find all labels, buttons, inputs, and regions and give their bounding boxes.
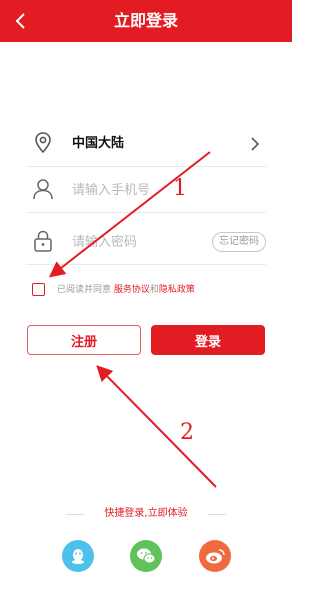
wechat-login-button[interactable] bbox=[130, 540, 162, 572]
agreement-prefix: 已阅读并同意 bbox=[57, 285, 114, 295]
quick-login-divider: 快捷登录,立即体验 bbox=[66, 505, 226, 523]
chevron-left-icon bbox=[15, 13, 25, 29]
agreement-row: 已阅读并同意 服务协议和隐私政策 bbox=[32, 283, 282, 299]
user-icon bbox=[33, 179, 53, 200]
forgot-password-button[interactable]: 忘记密码 bbox=[212, 232, 266, 252]
agreement-checkbox[interactable] bbox=[32, 283, 45, 296]
qq-login-button[interactable] bbox=[62, 540, 94, 572]
phone-input[interactable] bbox=[72, 178, 222, 202]
app-header: 立即登录 bbox=[0, 0, 292, 42]
back-button[interactable] bbox=[6, 6, 36, 36]
service-agreement-link[interactable]: 服务协议 bbox=[114, 285, 150, 295]
region-label: 中国大陆 bbox=[72, 136, 125, 151]
agreement-conjunction: 和 bbox=[149, 285, 159, 295]
password-row: 忘记密码 bbox=[26, 220, 266, 265]
qq-icon bbox=[72, 549, 84, 564]
chevron-right-icon bbox=[251, 137, 260, 151]
password-input[interactable] bbox=[72, 230, 222, 254]
phone-row bbox=[26, 168, 266, 213]
privacy-policy-link[interactable]: 隐私政策 bbox=[159, 285, 195, 295]
login-button[interactable]: 登录 bbox=[151, 325, 265, 355]
wechat-icon bbox=[137, 548, 156, 564]
quick-login-text: 快捷登录,立即体验 bbox=[104, 508, 188, 519]
annotation-marker-2: 2 bbox=[180, 420, 194, 445]
register-button[interactable]: 注册 bbox=[27, 325, 141, 355]
page-title: 立即登录 bbox=[113, 11, 178, 30]
location-pin-icon bbox=[35, 132, 51, 154]
annotation-arrow-2 bbox=[96, 365, 217, 488]
annotation-marker-1: 1 bbox=[173, 176, 187, 201]
weibo-icon bbox=[206, 549, 225, 564]
weibo-login-button[interactable] bbox=[199, 540, 231, 572]
agreement-text: 已阅读并同意 服务协议和隐私政策 bbox=[57, 283, 195, 297]
region-selector[interactable]: 中国大陆 bbox=[26, 122, 266, 167]
lock-icon bbox=[34, 230, 52, 252]
